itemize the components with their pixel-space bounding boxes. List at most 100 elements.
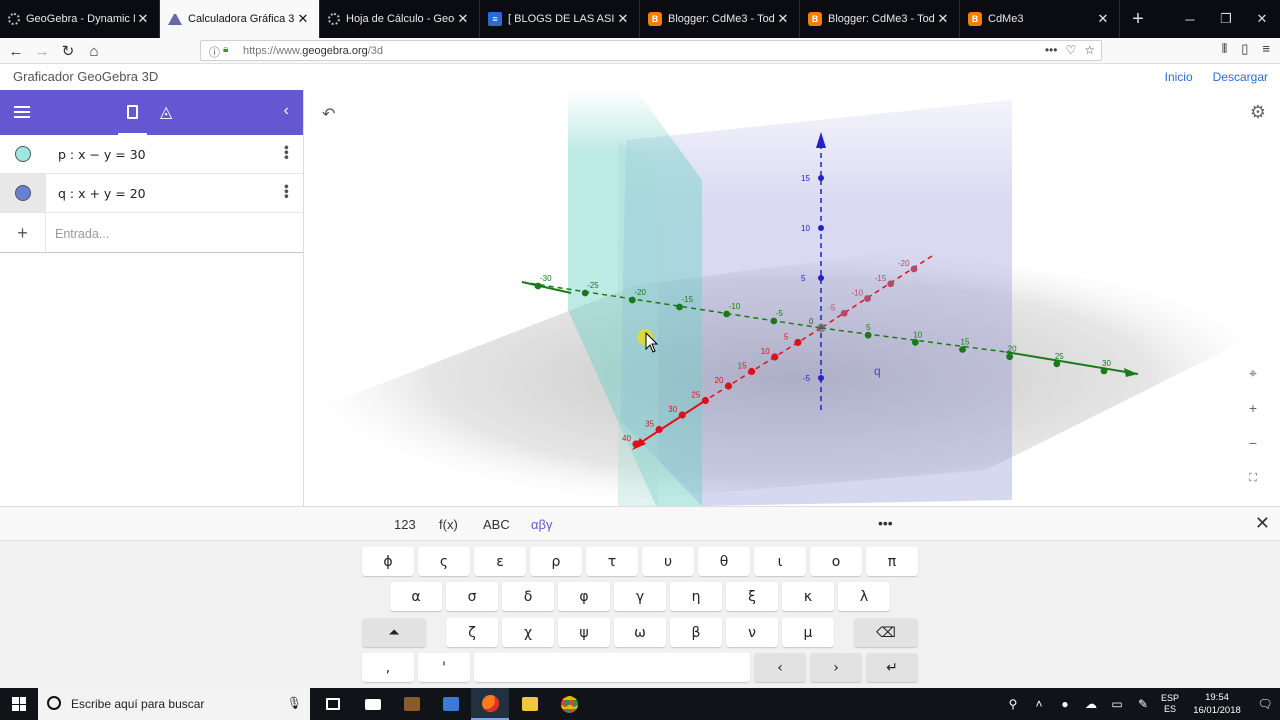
key-row3-3[interactable]: ψ [558,618,610,647]
close-keyboard-icon[interactable]: ✕ [1255,513,1270,534]
key-3[interactable]: ε [474,547,526,576]
home-icon[interactable]: ⌂ [83,40,105,62]
tools-icon[interactable]: ◬ [160,102,172,122]
key-7[interactable]: θ [698,547,750,576]
forward-icon[interactable]: → [31,40,53,62]
key-4[interactable]: ρ [530,547,582,576]
key-row4-1[interactable]: , [362,653,414,682]
add-icon[interactable]: + [0,213,46,253]
file-explorer-icon[interactable] [511,688,549,720]
key-row4-2[interactable]: ' [418,653,470,682]
keyboard-more-icon[interactable]: ••• [878,515,893,531]
algebra-expression[interactable]: q : x + y = 20 [58,186,146,201]
sidebar-icon[interactable]: ▯ [1241,41,1248,57]
close-tab-icon[interactable]: ✕ [935,11,951,27]
taskbar-search[interactable]: Escribe aquí para buscar 🎙︎ [38,688,310,720]
restore-icon[interactable]: ❐ [1208,0,1244,38]
fullscreen-icon[interactable]: ⛶ [1242,467,1264,489]
key-row3-6[interactable]: ν [726,618,778,647]
home-link[interactable]: Inicio [1165,70,1193,84]
download-link[interactable]: Descargar [1213,70,1268,84]
enter-key[interactable]: ↵ [866,653,918,682]
clock[interactable]: 19:54 16/01/2018 [1184,691,1250,717]
algebra-item-p[interactable]: p : x − y = 30 ••• [0,135,303,174]
keyboard-tab-functions[interactable]: f(x) [439,517,458,532]
app-icon-2[interactable] [432,688,470,720]
visibility-toggle[interactable] [0,174,46,212]
back-icon[interactable]: ← [5,40,27,62]
key-5[interactable]: τ [586,547,638,576]
key-6[interactable]: υ [642,547,694,576]
key-9[interactable]: ο [810,547,862,576]
app-icon-1[interactable] [393,688,431,720]
menu-icon[interactable]: ≡ [1262,41,1270,57]
close-tab-icon[interactable]: ✕ [295,11,311,27]
key-row2-2[interactable]: σ [446,582,498,611]
cloud-icon[interactable]: ☁ [1078,697,1104,711]
hamburger-menu-icon[interactable] [14,106,30,118]
space-key[interactable] [474,653,750,682]
network-icon[interactable]: ▭ [1104,697,1130,711]
algebra-item-q[interactable]: q : x + y = 20 ••• [0,174,303,213]
close-tab-icon[interactable]: ✕ [455,11,471,27]
chrome-icon[interactable] [550,688,588,720]
browser-tab[interactable]: Hoja de Cálculo - GeoGeb ✕ [320,0,480,38]
algebra-input-row[interactable]: + Entrada... [0,213,303,253]
key-row3-5[interactable]: β [670,618,722,647]
close-tab-icon[interactable]: ✕ [135,11,151,27]
key-row3-4[interactable]: ω [614,618,666,647]
keyboard-tab-123[interactable]: 123 [394,517,416,532]
graphics-3d-view[interactable]: 5 10 15 20 25 30 -5 -10 -15 -20 -25 -30 5 10 15 20 25 30 3… [306,90,1280,506]
algebra-tab-calculator-icon[interactable] [118,90,147,135]
close-tab-icon[interactable]: ✕ [1095,11,1111,27]
backspace-key[interactable]: ⌫ [854,618,918,647]
zoom-in-icon[interactable]: + [1242,397,1264,419]
task-view-icon[interactable] [314,688,352,720]
key-row2-5[interactable]: γ [614,582,666,611]
notifications-icon[interactable]: 🗨︎ [1250,697,1280,711]
browser-tab[interactable]: ≡ [ BLOGS DE LAS ASIGNATU ✕ [480,0,640,38]
standard-view-icon[interactable]: ⌖ [1242,362,1264,384]
library-icon[interactable]: ⫴ [1222,41,1227,57]
microphone-icon[interactable]: 🎙︎ [287,696,302,710]
algebra-input[interactable]: Entrada... [55,227,109,241]
close-window-icon[interactable]: ✕ [1244,0,1280,38]
close-tab-icon[interactable]: ✕ [775,11,791,27]
visibility-toggle[interactable] [0,135,46,173]
sync-icon[interactable]: ● [1052,697,1078,711]
key-2[interactable]: ς [418,547,470,576]
browser-tab[interactable]: B CdMe3 ✕ [960,0,1120,38]
start-button[interactable] [0,688,38,720]
right-arrow-key[interactable]: › [810,653,862,682]
mail-icon[interactable] [354,688,392,720]
close-tab-icon[interactable]: ✕ [615,11,631,27]
scene-3d[interactable]: 5 10 15 20 25 30 -5 -10 -15 -20 -25 -30 5 10 15 20 25 30 3… [306,90,1280,506]
more-options-icon[interactable]: ••• [279,184,295,199]
settings-gear-icon[interactable]: ⚙ [1250,102,1266,123]
address-bar[interactable]: ⓘ 🔒︎ https://www.geogebra.org/3d ••• ♡ ☆ [200,40,1102,61]
key-row2-9[interactable]: λ [838,582,890,611]
key-8[interactable]: ι [754,547,806,576]
more-options-icon[interactable]: ••• [279,145,295,160]
key-1[interactable]: ϕ [362,547,414,576]
algebra-expression[interactable]: p : x − y = 30 [58,147,146,162]
undo-icon[interactable]: ↶ [322,104,335,124]
browser-tab[interactable]: B Blogger: CdMe3 - Todas la ✕ [640,0,800,38]
key-row3-7[interactable]: μ [782,618,834,647]
info-icon[interactable]: ⓘ [209,44,220,60]
key-row3-1[interactable]: ζ [446,618,498,647]
key-10[interactable]: π [866,547,918,576]
minimize-icon[interactable]: ─ [1172,0,1208,38]
page-actions-icon[interactable]: ••• [1045,43,1058,57]
key-row2-3[interactable]: δ [502,582,554,611]
key-row2-7[interactable]: ξ [726,582,778,611]
show-hidden-icons[interactable]: ˄ [1026,697,1052,711]
language-indicator[interactable]: ESP ES [1156,693,1184,715]
zoom-out-icon[interactable]: − [1242,432,1264,454]
key-row2-8[interactable]: κ [782,582,834,611]
browser-tab-active[interactable]: Calculadora Gráfica 3D - G ✕ [160,0,320,38]
new-tab-button[interactable]: + [1120,0,1156,38]
shift-key[interactable]: ⏶ [362,618,426,647]
people-icon[interactable]: ⚲ [1000,697,1026,711]
keyboard-tab-greek[interactable]: αβγ [531,517,553,532]
